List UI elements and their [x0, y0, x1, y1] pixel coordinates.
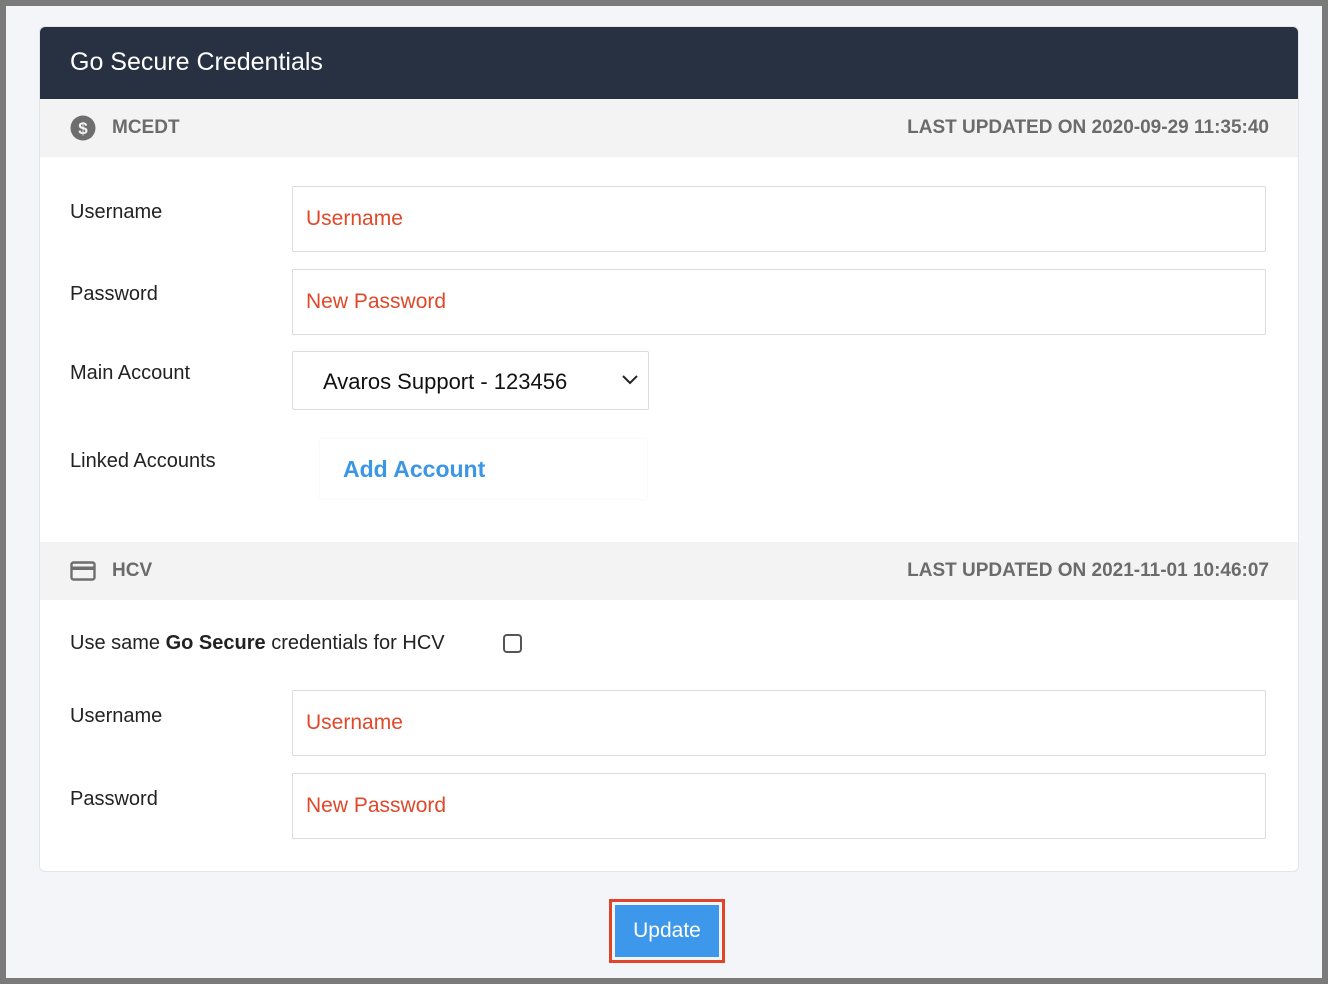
hcv-section-header: HCV LAST UPDATED ON 2021-11-01 10:46:07 [40, 542, 1298, 600]
mcedt-username-input[interactable] [292, 186, 1266, 252]
mcedt-section-header: $ MCEDT LAST UPDATED ON 2020-09-29 11:35… [40, 99, 1298, 157]
add-account-label: Add Account [343, 456, 486, 482]
update-button[interactable]: Update [615, 905, 719, 957]
linked-accounts-label: Linked Accounts [70, 450, 216, 472]
hcv-password-input[interactable] [292, 773, 1266, 839]
same-credentials-bold: Go Secure [165, 632, 266, 654]
credentials-card: Go Secure Credentials $ MCEDT LAST UPDAT… [39, 26, 1299, 872]
credit-card-icon [70, 561, 96, 581]
hcv-password-label: Password [70, 788, 158, 810]
page-background: Go Secure Credentials $ MCEDT LAST UPDAT… [6, 6, 1322, 978]
hcv-username-input[interactable] [292, 690, 1266, 756]
hcv-section-title: HCV [112, 560, 153, 581]
add-account-button[interactable]: Add Account [320, 439, 647, 499]
mcedt-last-updated: LAST UPDATED ON 2020-09-29 11:35:40 [907, 117, 1269, 138]
same-credentials-suffix: credentials for HCV [265, 632, 445, 654]
chevron-down-icon [622, 375, 638, 385]
main-account-selected-value: Avaros Support - 123456 [323, 369, 568, 394]
mcedt-section-title: MCEDT [112, 117, 180, 138]
hcv-last-updated: LAST UPDATED ON 2021-11-01 10:46:07 [907, 560, 1269, 581]
hcv-username-label: Username [70, 705, 163, 727]
mcedt-password-label: Password [70, 283, 158, 305]
card-header: Go Secure Credentials [40, 27, 1298, 99]
mcedt-password-input[interactable] [292, 269, 1266, 335]
svg-text:$: $ [78, 119, 88, 138]
same-credentials-prefix: Use same [70, 632, 166, 654]
same-credentials-label: Use same Go Secure credentials for HCV [70, 632, 445, 655]
page-title: Go Secure Credentials [70, 48, 323, 76]
mcedt-username-label: Username [70, 201, 163, 223]
main-account-select[interactable]: Avaros Support - 123456 [292, 351, 649, 410]
same-credentials-checkbox[interactable] [503, 634, 522, 653]
dollar-circle-icon: $ [70, 115, 96, 141]
main-account-label: Main Account [70, 362, 191, 384]
